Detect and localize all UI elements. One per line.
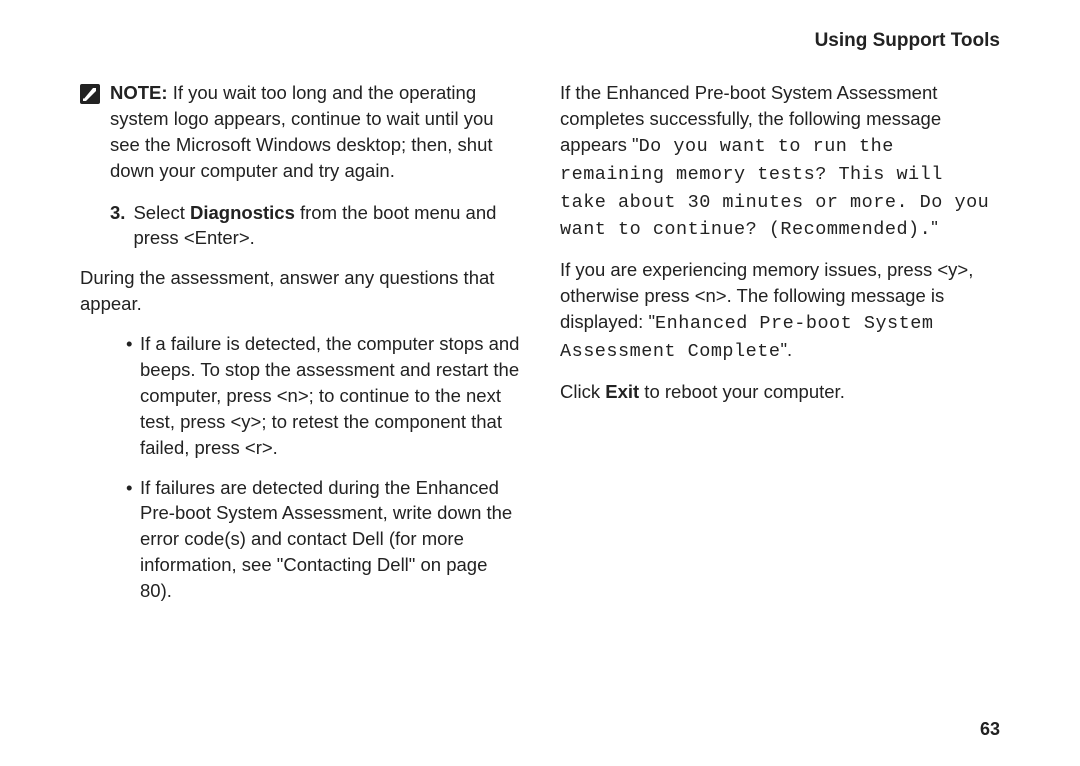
step-3: 3. Select Diagnostics from the boot menu… — [110, 200, 520, 252]
t: to reboot your computer. — [639, 381, 845, 402]
t: ". — [780, 339, 792, 360]
step-text: Select Diagnostics from the boot menu an… — [133, 200, 520, 252]
section-header: Using Support Tools — [80, 30, 1000, 52]
page-number: 63 — [980, 719, 1000, 740]
note-body: NOTE: If you wait too long and the opera… — [110, 80, 520, 184]
paragraph-memory: If you are experiencing memory issues, p… — [560, 257, 1000, 365]
t: " — [931, 217, 938, 238]
bullet-list: If a failure is detected, the computer s… — [126, 331, 520, 604]
right-column: If the Enhanced Pre-boot System Assessme… — [560, 80, 1000, 618]
list-item: If a failure is detected, the computer s… — [126, 331, 520, 460]
left-column: NOTE: If you wait too long and the opera… — [80, 80, 520, 618]
paragraph-exit: Click Exit to reboot your computer. — [560, 379, 1000, 405]
note-icon — [80, 84, 100, 104]
note-label: NOTE: — [110, 82, 168, 103]
t: Click — [560, 381, 605, 402]
paragraph-success: If the Enhanced Pre-boot System Assessme… — [560, 80, 1000, 243]
manual-page: Using Support Tools NOTE: If you wait to… — [0, 0, 1080, 766]
note-text: If you wait too long and the operating s… — [110, 82, 494, 181]
diagnostics-word: Diagnostics — [190, 202, 295, 223]
answer-paragraph: During the assessment, answer any questi… — [80, 265, 520, 317]
step-number: 3. — [110, 200, 125, 252]
exit-word: Exit — [605, 381, 639, 402]
content-columns: NOTE: If you wait too long and the opera… — [80, 80, 1000, 618]
note-block: NOTE: If you wait too long and the opera… — [80, 80, 520, 184]
list-item: If failures are detected during the Enha… — [126, 475, 520, 604]
t: Select — [133, 202, 190, 223]
